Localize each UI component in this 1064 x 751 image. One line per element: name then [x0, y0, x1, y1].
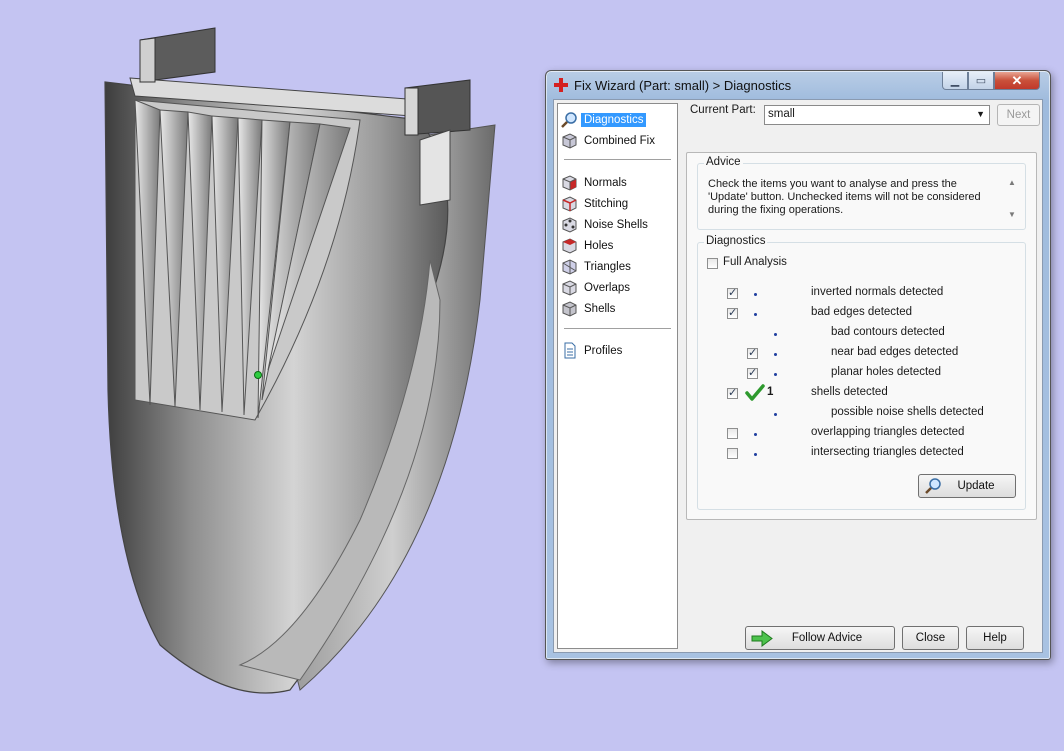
diag-item-planar-holes: planar holes detected [831, 366, 941, 378]
full-analysis-label: Full Analysis [723, 256, 787, 268]
status-dot [754, 453, 757, 456]
green-arrow-icon [751, 630, 773, 647]
diag-item-inverted-normals: inverted normals detected [811, 286, 944, 298]
sidebar-item-holes[interactable]: Holes [561, 236, 613, 255]
model-viewport[interactable] [0, 0, 540, 751]
scroll-down-icon[interactable]: ▼ [1008, 210, 1016, 219]
wizard-sidebar: Diagnostics Combined Fix Normals Stitchi… [557, 103, 678, 649]
advice-title: Advice [704, 156, 743, 168]
window-title: Fix Wizard (Part: small) > Diagnostics [574, 78, 792, 93]
dialog-client: Diagnostics Combined Fix Normals Stitchi… [553, 99, 1043, 653]
sidebar-item-label: Stitching [584, 197, 629, 210]
diag-item-shells: shells detected [811, 386, 888, 398]
shells-cube-icon [562, 301, 577, 317]
scroll-up-icon[interactable]: ▲ [1008, 178, 1016, 187]
shells-count: 1 [767, 386, 774, 398]
stitching-cube-icon [562, 196, 577, 212]
diag-item-bad-contours: bad contours detected [831, 326, 945, 338]
magnifier-icon [561, 112, 577, 128]
advice-group: Advice Check the items you want to analy… [697, 156, 1026, 230]
ok-checkmark-icon [745, 384, 765, 401]
ring-side-block [419, 129, 451, 206]
fix-wizard-window: Fix Wizard (Part: small) > Diagnostics ▁… [545, 70, 1051, 660]
current-part-select[interactable]: small ▼ [764, 105, 990, 125]
sidebar-item-label: Diagnostics [581, 112, 647, 127]
diagnostics-title: Diagnostics [704, 235, 768, 247]
follow-advice-button[interactable]: Follow Advice [745, 626, 895, 650]
magnifier-icon [925, 478, 941, 494]
title-bar[interactable]: Fix Wizard (Part: small) > Diagnostics ▁… [546, 71, 1050, 99]
close-window-button[interactable]: ✕ [994, 72, 1040, 90]
diag-item-intersecting-triangles: intersecting triangles detected [811, 446, 964, 458]
sidebar-item-normals[interactable]: Normals [561, 173, 627, 192]
triangles-cube-icon [562, 259, 577, 275]
prong-right-face [404, 87, 419, 136]
sidebar-item-label: Profiles [584, 344, 623, 357]
sidebar-item-shells[interactable]: Shells [561, 299, 615, 318]
status-dot [754, 293, 757, 296]
bad-edges-checkbox[interactable]: ✓ [727, 308, 738, 319]
sidebar-item-label: Shells [584, 302, 616, 315]
holes-cube-icon [562, 238, 577, 254]
sidebar-item-label: Holes [584, 239, 614, 252]
sidebar-item-label: Combined Fix [584, 134, 655, 147]
status-dot [774, 333, 777, 336]
update-button-label: Update [957, 480, 995, 492]
help-button[interactable]: Help [966, 626, 1024, 650]
overlapping-triangles-checkbox[interactable] [727, 428, 738, 439]
update-button[interactable]: Update [918, 474, 1016, 498]
sidebar-divider [564, 159, 671, 160]
shells-checkbox[interactable]: ✓ [727, 388, 738, 399]
follow-advice-label: Follow Advice [791, 632, 863, 644]
pick-point [254, 371, 262, 379]
document-icon [564, 342, 576, 359]
sidebar-item-label: Overlaps [584, 281, 631, 294]
sidebar-item-label: Triangles [584, 260, 631, 273]
chevron-down-icon: ▼ [976, 109, 985, 119]
current-part-label: Current Part: [690, 104, 756, 116]
current-part-value: small [768, 108, 795, 120]
sidebar-item-noise-shells[interactable]: Noise Shells [561, 215, 648, 234]
sidebar-item-triangles[interactable]: Triangles [561, 257, 631, 276]
next-button[interactable]: Next [997, 104, 1040, 126]
cube-icon [562, 133, 577, 149]
status-dot [774, 353, 777, 356]
diag-item-overlapping-triangles: overlapping triangles detected [811, 426, 965, 438]
status-dot [774, 373, 777, 376]
diag-item-noise-shells: possible noise shells detected [831, 406, 984, 418]
diagnostics-panel: Advice Check the items you want to analy… [686, 152, 1037, 520]
normals-cube-icon [562, 175, 577, 191]
diagnostics-group: Diagnostics Full Analysis ✓ inverted nor… [697, 235, 1026, 510]
status-dot [774, 413, 777, 416]
advice-scrollbar[interactable]: ▲ ▼ [1005, 176, 1019, 222]
advice-text: Check the items you want to analyse and … [708, 178, 981, 216]
close-button[interactable]: Close [902, 626, 959, 650]
sidebar-item-diagnostics[interactable]: Diagnostics [561, 110, 647, 129]
planar-holes-checkbox[interactable]: ✓ [747, 368, 758, 379]
intersecting-triangles-checkbox[interactable] [727, 448, 738, 459]
diag-item-near-bad-edges: near bad edges detected [831, 346, 959, 358]
diag-item-bad-edges: bad edges detected [811, 306, 913, 318]
status-dot [754, 313, 757, 316]
prong-left-face [139, 37, 156, 83]
inverted-normals-checkbox[interactable]: ✓ [727, 288, 738, 299]
sidebar-divider [564, 328, 671, 329]
maximize-button[interactable]: ▭ [968, 72, 994, 90]
red-cross-icon [554, 78, 568, 92]
sidebar-item-stitching[interactable]: Stitching [561, 194, 628, 213]
sidebar-item-profiles[interactable]: Profiles [561, 341, 622, 360]
sidebar-item-label: Noise Shells [584, 218, 648, 231]
sidebar-item-combined-fix[interactable]: Combined Fix [561, 131, 655, 150]
status-dot [754, 433, 757, 436]
full-analysis-checkbox[interactable] [707, 258, 718, 269]
overlaps-cube-icon [562, 280, 577, 296]
near-bad-edges-checkbox[interactable]: ✓ [747, 348, 758, 359]
sidebar-item-overlaps[interactable]: Overlaps [561, 278, 630, 297]
minimize-button[interactable]: ▁ [942, 72, 968, 90]
sidebar-item-label: Normals [584, 176, 627, 189]
noise-shells-cube-icon [562, 217, 577, 233]
